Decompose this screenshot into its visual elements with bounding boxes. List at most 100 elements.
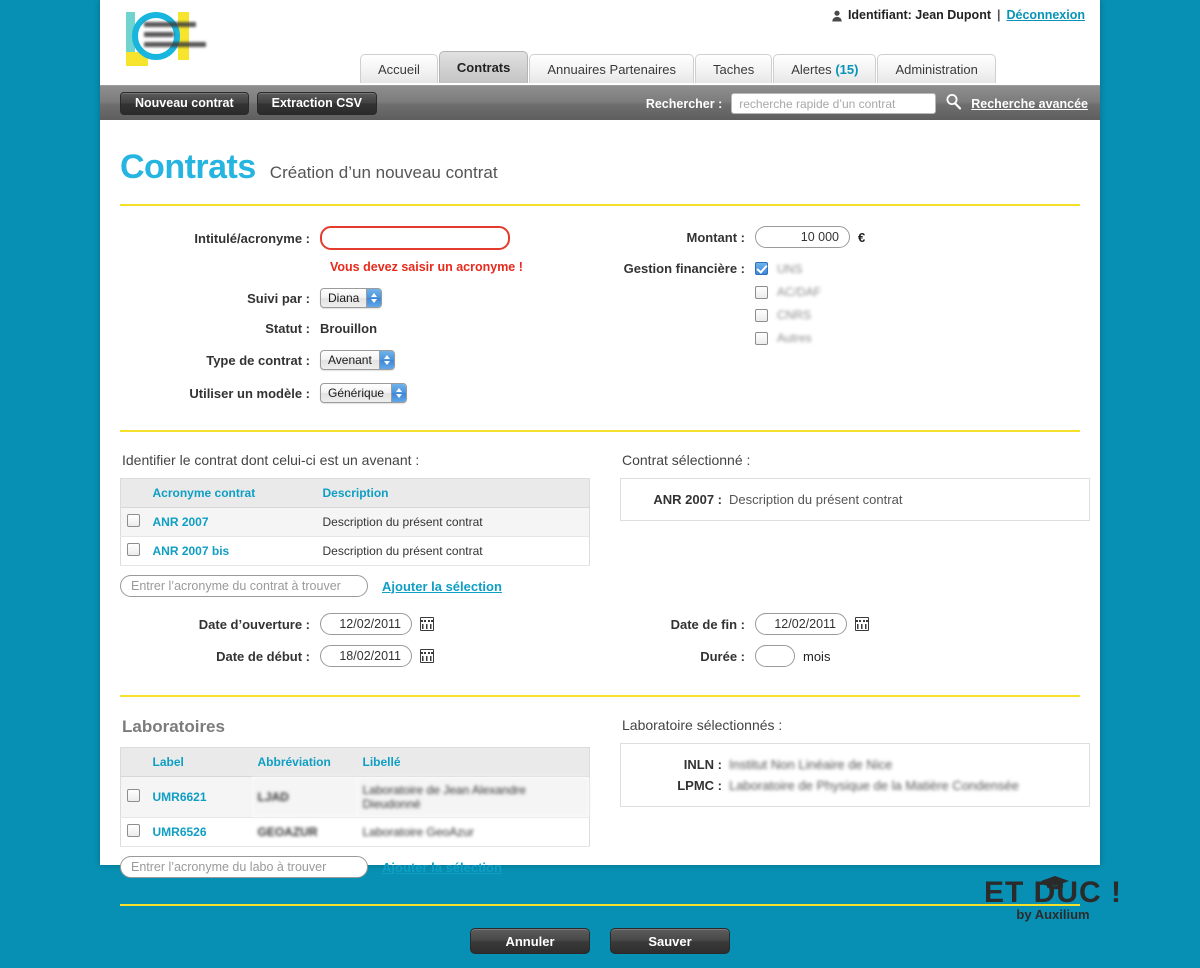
row-checkbox[interactable] xyxy=(127,543,141,556)
page-heading: Contrats Création d’un nouveau contrat xyxy=(120,120,1080,187)
list-item: ANR 2007 : Description du présent contra… xyxy=(633,489,1077,510)
lab-find-row: Ajouter la sélection xyxy=(120,856,610,878)
duration-input[interactable] xyxy=(755,645,795,667)
row-checkbox[interactable] xyxy=(127,789,141,802)
contracts-table-header: Acronyme contrat Description xyxy=(120,478,590,508)
tab-taches[interactable]: Taches xyxy=(695,54,773,83)
tab-accueil[interactable]: Accueil xyxy=(360,54,438,83)
end-date-input[interactable] xyxy=(755,613,847,635)
page-content: Contrats Création d’un nouveau contrat I… xyxy=(100,120,1100,954)
selected-contract-key: ANR 2007 : xyxy=(653,492,722,507)
select-stepper-icon xyxy=(378,351,394,369)
labs-selected-label: Laboratoire sélectionnés : xyxy=(622,717,783,733)
list-item: INLN : Institut Non Linéaire de Nice xyxy=(633,754,1077,775)
row-checkbox[interactable] xyxy=(127,824,141,837)
finance-checkbox-acdaf[interactable] xyxy=(755,285,768,299)
contract-picker-right: Contrat sélectionné : ANR 2007 : Descrip… xyxy=(610,432,1090,597)
form-column-left: Intitulé/acronyme : Vous devez saisir un… xyxy=(120,226,610,413)
contracts-row-acronym[interactable]: ANR 2007 xyxy=(146,507,317,537)
field-row-followed-by: Suivi par : Diana xyxy=(120,288,610,308)
user-identifier: Identifiant: Jean Dupont xyxy=(847,8,991,22)
followed-by-label: Suivi par : xyxy=(247,290,310,306)
table-row[interactable]: UMR6621 LJAD Laboratoire de Jean Alexand… xyxy=(120,776,590,818)
main-nav-tabs: Accueil Contrats Annuaires Partenaires T… xyxy=(360,51,996,83)
field-row-duration: Durée : mois xyxy=(620,645,1080,667)
userbar-separator: | xyxy=(997,8,1001,22)
calendar-icon[interactable] xyxy=(855,617,869,631)
divider-actions xyxy=(120,904,1080,906)
template-value: Générique xyxy=(328,386,385,400)
csv-export-button[interactable]: Extraction CSV xyxy=(256,91,377,115)
contracts-table: Acronyme contrat Description ANR 2007 De… xyxy=(120,478,590,566)
labs-row-label[interactable]: UMR6526 xyxy=(146,817,252,847)
form-column-right: Montant : € Gestion financière : UNS xyxy=(610,226,1080,413)
amount-input[interactable] xyxy=(755,226,850,248)
contract-picker-left: Identifier le contrat dont celui-ci est … xyxy=(120,432,610,597)
contracts-th-description: Description xyxy=(316,478,590,508)
contracts-row-acronym[interactable]: ANR 2007 bis xyxy=(146,536,317,566)
table-row[interactable]: ANR 2007 Description du présent contrat xyxy=(120,507,590,537)
tab-administration[interactable]: Administration xyxy=(877,54,996,83)
tab-annuaires-partenaires[interactable]: Annuaires Partenaires xyxy=(529,54,695,83)
labs-row-label[interactable]: UMR6621 xyxy=(146,776,252,818)
tab-label: Contrats xyxy=(456,60,511,75)
save-button[interactable]: Sauver xyxy=(610,928,730,954)
tab-label: Alertes xyxy=(791,61,832,77)
new-contract-button[interactable]: Nouveau contrat xyxy=(120,91,249,115)
app-shell: Identifiant: Jean Dupont | Déconnexion A… xyxy=(100,0,1100,954)
contracts-row-description: Description du présent contrat xyxy=(316,507,590,537)
field-row-template: Utiliser un modèle : Générique xyxy=(120,383,610,403)
contract-find-input[interactable] xyxy=(120,575,368,597)
finance-checkbox-uns[interactable] xyxy=(755,262,768,275)
lab-add-selection-link[interactable]: Ajouter la sélection xyxy=(382,860,502,875)
search-icon[interactable] xyxy=(945,93,962,115)
table-row[interactable]: UMR6526 GEOAZUR Laboratoire GeoAzur xyxy=(120,817,590,847)
contracts-row-checkbox-cell xyxy=(120,507,147,537)
list-item: LPMC : Laboratoire de Physique de la Mat… xyxy=(633,775,1077,796)
start-date-label: Date de début : xyxy=(216,648,310,664)
template-select[interactable]: Générique xyxy=(320,383,408,403)
status-label: Statut : xyxy=(265,321,310,336)
tab-alertes[interactable]: Alertes (15) xyxy=(773,54,877,83)
finance-label: Gestion financière : xyxy=(623,261,745,276)
finance-option-label: AC/DAF xyxy=(777,285,822,299)
contract-type-select[interactable]: Avenant xyxy=(320,350,395,370)
lab-find-input[interactable] xyxy=(120,856,368,878)
logout-link[interactable]: Déconnexion xyxy=(1007,8,1086,22)
contract-add-selection-link[interactable]: Ajouter la sélection xyxy=(382,579,502,594)
form-actions: Annuler Sauver xyxy=(120,928,1080,954)
brand-name: ET DUC ! xyxy=(984,876,1122,908)
end-date-label: Date de fin : xyxy=(670,616,745,632)
finance-checkbox-autres[interactable] xyxy=(755,331,768,345)
calendar-icon[interactable] xyxy=(420,649,434,663)
section-labs: Laboratoires Label Abbréviation Libellé xyxy=(120,697,1090,878)
finance-row-cnrs: CNRS xyxy=(620,308,1080,322)
contract-type-label: Type de contrat : xyxy=(206,352,310,368)
calendar-icon[interactable] xyxy=(420,617,434,631)
followed-by-select[interactable]: Diana xyxy=(320,288,383,308)
labs-row-checkbox-cell xyxy=(120,817,147,847)
table-row[interactable]: ANR 2007 bis Description du présent cont… xyxy=(120,536,590,566)
labs-row-abbr: LJAD xyxy=(251,776,357,818)
labs-row-name: Laboratoire de Jean Alexandre Dieudonné xyxy=(356,776,590,818)
labs-left: Laboratoires Label Abbréviation Libellé xyxy=(120,697,610,878)
labs-selected-panel: INLN : Institut Non Linéaire de Nice LPM… xyxy=(620,743,1090,807)
row-checkbox[interactable] xyxy=(127,514,141,527)
finance-row-uns: Gestion financière : UNS xyxy=(620,261,1080,276)
university-logo xyxy=(120,8,220,70)
tab-label: Annuaires Partenaires xyxy=(547,61,677,77)
finance-checkbox-cnrs[interactable] xyxy=(755,308,768,322)
finance-option-label: CNRS xyxy=(777,308,812,322)
advanced-search-link[interactable]: Recherche avancée xyxy=(971,97,1088,111)
user-icon xyxy=(832,10,842,22)
start-date-input[interactable] xyxy=(320,645,412,667)
field-row-acronym: Intitulé/acronyme : xyxy=(120,226,610,250)
open-date-input[interactable] xyxy=(320,613,412,635)
field-row-amount: Montant : € xyxy=(620,226,1080,248)
tab-contrats[interactable]: Contrats xyxy=(438,51,529,83)
search-input[interactable] xyxy=(731,93,937,114)
graduation-cap-icon xyxy=(1040,867,1070,897)
contracts-row-checkbox-cell xyxy=(120,536,147,566)
acronym-input[interactable] xyxy=(320,226,510,250)
cancel-button[interactable]: Annuler xyxy=(470,928,590,954)
